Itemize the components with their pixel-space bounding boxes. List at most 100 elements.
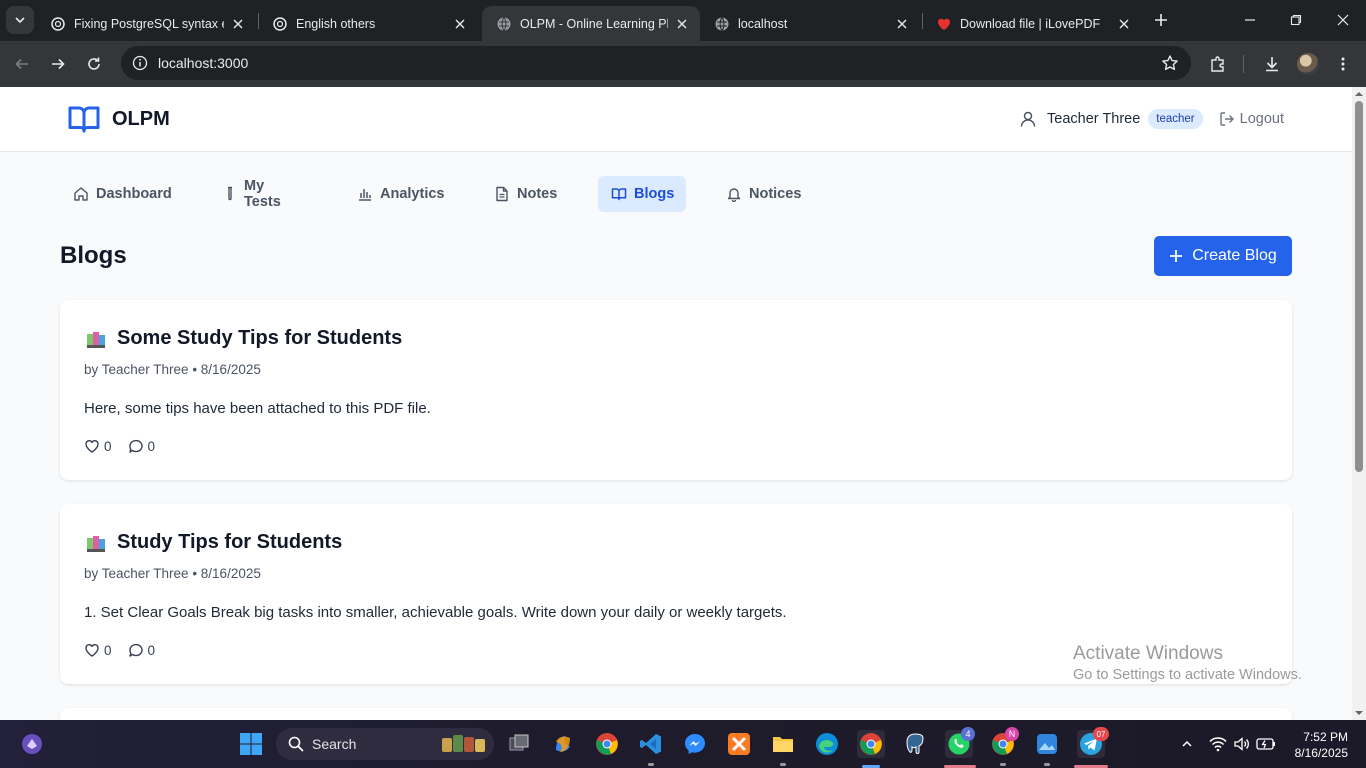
running-indicator [648, 763, 654, 766]
book-open-icon [68, 106, 100, 133]
blog-title-text: Some Study Tips for Students [117, 327, 403, 349]
browser-tab[interactable]: English others [258, 6, 478, 41]
chevron-up-icon [1182, 740, 1192, 747]
messenger-icon[interactable] [681, 730, 709, 758]
copilot-widget-icon[interactable] [18, 730, 46, 758]
task-view-icon[interactable] [505, 730, 533, 758]
new-tab-button[interactable] [1150, 9, 1172, 31]
close-tab-icon[interactable] [674, 16, 690, 32]
close-window-button[interactable] [1331, 8, 1355, 32]
bookmark-star-icon[interactable] [1161, 54, 1179, 77]
brand[interactable]: OLPM [68, 104, 170, 134]
books-emoji-icon [84, 532, 108, 554]
search-highlight-icon [442, 735, 485, 752]
minimize-button[interactable] [1238, 8, 1262, 32]
download-icon [1266, 57, 1278, 72]
system-clock[interactable]: 7:52 PM 8/16/2025 [1290, 729, 1348, 761]
battery-icon[interactable] [1256, 734, 1276, 754]
search-label: Search [312, 736, 357, 752]
show-hidden-icons-button[interactable] [1177, 734, 1197, 754]
address-bar[interactable]: localhost:3000 [121, 46, 1191, 80]
nav-tab-notices[interactable]: Notices [713, 176, 813, 212]
vscode-icon[interactable] [637, 730, 665, 758]
xampp-icon[interactable] [725, 730, 753, 758]
blog-card[interactable] [60, 708, 1292, 720]
browser-tab[interactable]: Fixing PostgreSQL syntax err [36, 6, 256, 41]
tab-title: English others [296, 16, 376, 31]
user-icon [1020, 111, 1036, 127]
scroll-down-icon [1355, 711, 1363, 715]
postgresql-icon[interactable] [901, 730, 929, 758]
close-tab-icon[interactable] [230, 16, 246, 32]
profile-button[interactable] [1296, 52, 1320, 76]
close-tab-icon[interactable] [1116, 16, 1132, 32]
logout-button[interactable]: Logout [1219, 111, 1284, 127]
like-button[interactable]: 0 [84, 642, 112, 658]
web-page: OLPM Teacher Three teacher Logout Dashbo… [0, 87, 1352, 720]
blog-title[interactable]: Study Tips for Students [84, 531, 342, 554]
windows-taskbar: Search 4 N 07 7:52 PM 8/16/2025 [0, 720, 1366, 768]
scrollbar-thumb[interactable] [1355, 101, 1363, 472]
wifi-icon[interactable] [1208, 734, 1228, 754]
blog-card[interactable]: Some Study Tips for Students by Teacher … [60, 300, 1292, 480]
comment-button[interactable]: 0 [128, 438, 156, 454]
downloads-button[interactable] [1260, 52, 1284, 76]
chrome-icon[interactable] [593, 730, 621, 758]
back-button[interactable] [10, 52, 34, 76]
nav-tab-label: Analytics [380, 186, 445, 202]
heart-icon [85, 440, 99, 453]
nav-tab-my-tests[interactable]: My Tests [210, 176, 295, 212]
telegram-badge: 07 [1093, 727, 1109, 741]
nav-tab-blogs[interactable]: Blogs [598, 176, 687, 212]
arrow-right-icon [52, 58, 65, 70]
minimize-icon [1245, 19, 1255, 21]
nav-tab-notes[interactable]: Notes [481, 176, 569, 212]
file-explorer-icon[interactable] [769, 730, 797, 758]
browser-tab[interactable]: Download file | iLovePDF [922, 6, 1142, 41]
url-text[interactable]: localhost:3000 [158, 55, 248, 71]
tab-title: Download file | iLovePDF [960, 16, 1101, 31]
photos-icon[interactable] [1033, 730, 1061, 758]
logout-icon [1219, 112, 1234, 126]
scroll-up-icon [1355, 92, 1363, 96]
create-blog-button[interactable]: Create Blog [1154, 236, 1292, 276]
browser-menu-button[interactable] [1331, 52, 1355, 76]
nav-tab-dashboard[interactable]: Dashboard [60, 176, 184, 212]
comment-count: 0 [147, 438, 156, 454]
browser-tab-active[interactable]: OLPM - Online Learning Platf [482, 6, 700, 41]
more-vertical-icon [1341, 57, 1345, 71]
restore-button[interactable] [1284, 8, 1308, 32]
tab-search-button[interactable] [6, 6, 34, 34]
watermark-line-2: Go to Settings to activate Windows. [1073, 667, 1302, 683]
blog-excerpt: 1. Set Clear Goals Break big tasks into … [84, 604, 787, 621]
close-tab-icon[interactable] [894, 16, 910, 32]
volume-icon[interactable] [1232, 734, 1252, 754]
bar-chart-icon [356, 185, 374, 203]
taskbar-search[interactable]: Search [276, 728, 494, 760]
extensions-button[interactable] [1206, 52, 1230, 76]
logout-label: Logout [1239, 111, 1284, 127]
start-button[interactable] [237, 730, 265, 758]
nav-tab-analytics[interactable]: Analytics [344, 176, 456, 212]
comment-button[interactable]: 0 [128, 642, 155, 658]
heart-icon [85, 644, 99, 657]
blog-meta: by Teacher Three • 8/16/2025 [84, 362, 261, 377]
test-tube-icon [222, 185, 238, 203]
brand-name: OLPM [112, 107, 170, 130]
reload-button[interactable] [82, 52, 106, 76]
blog-title[interactable]: Some Study Tips for Students [84, 327, 402, 350]
browser-tab[interactable]: localhost [700, 6, 920, 41]
copilot-icon[interactable] [549, 730, 577, 758]
like-button[interactable]: 0 [84, 438, 112, 454]
forward-button[interactable] [46, 52, 70, 76]
chrome-icon[interactable] [857, 730, 885, 758]
watermark-line-1: Activate Windows [1073, 643, 1223, 664]
running-indicator [780, 763, 786, 766]
site-info-icon[interactable] [130, 53, 150, 73]
blog-excerpt: Here, some tips have been attached to th… [84, 400, 431, 417]
close-tab-icon[interactable] [452, 16, 468, 32]
page-scrollbar[interactable] [1352, 87, 1366, 720]
edge-icon[interactable] [813, 730, 841, 758]
chrome-profile-badge: N [1005, 727, 1019, 741]
role-badge: teacher [1148, 109, 1203, 129]
